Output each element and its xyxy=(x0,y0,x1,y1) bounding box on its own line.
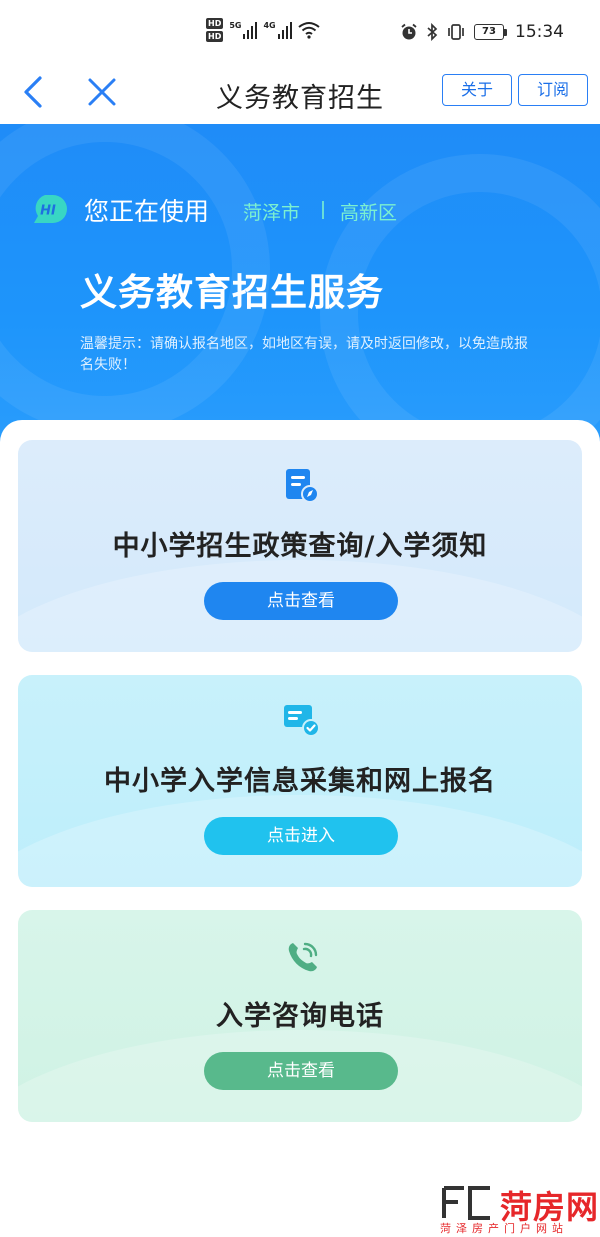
back-icon[interactable] xyxy=(20,74,48,110)
nav-bar: 义务教育招生 关于 订阅 xyxy=(0,64,600,124)
site-watermark: 菏房网 菏泽房产门户网站 xyxy=(436,1180,600,1237)
policy-card-title: 中小学招生政策查询/入学须知 xyxy=(112,531,488,562)
consult-card[interactable]: 入学咨询电话 点击查看 xyxy=(18,910,582,1122)
network-type-2: 4G xyxy=(263,21,276,30)
registration-card[interactable]: 中小学入学信息采集和网上报名 点击进入 xyxy=(18,675,582,887)
policy-view-button[interactable]: 点击查看 xyxy=(204,582,398,620)
using-label: 您正在使用 xyxy=(84,197,210,226)
battery-level: 73 xyxy=(474,24,504,40)
hd-badge-2: HD xyxy=(206,31,224,42)
registration-enter-button[interactable]: 点击进入 xyxy=(204,817,398,855)
alarm-icon xyxy=(401,23,417,40)
network-type-1: 5G xyxy=(229,21,242,30)
hi-badge-icon: HI xyxy=(34,195,67,223)
phone-icon xyxy=(288,942,318,972)
hi-badge-text: HI xyxy=(40,204,56,219)
wifi-icon xyxy=(298,22,320,39)
device-status: 73 15:34 xyxy=(400,22,564,42)
hd-badge-1: HD xyxy=(206,18,224,29)
consult-view-button[interactable]: 点击查看 xyxy=(204,1052,398,1090)
status-bar: HD HD 5G 4G 73 15:34 xyxy=(0,0,600,64)
location-divider xyxy=(322,201,324,219)
vibrate-icon xyxy=(448,24,464,40)
consult-card-title: 入学咨询电话 xyxy=(216,1001,384,1032)
document-compass-icon xyxy=(286,469,319,503)
signal-icon-2: 4G xyxy=(263,21,292,39)
hd-indicators: HD HD xyxy=(206,18,224,42)
subscribe-button[interactable]: 订阅 xyxy=(518,74,588,106)
battery-icon: 73 xyxy=(474,24,507,40)
service-title: 义务教育招生服务 xyxy=(80,271,384,314)
policy-card[interactable]: 中小学招生政策查询/入学须知 点击查看 xyxy=(18,440,582,652)
signal-icon: 5G xyxy=(229,21,258,39)
fc-logo-icon xyxy=(442,1186,490,1220)
city-selector[interactable]: 菏泽市 xyxy=(243,198,300,225)
close-icon[interactable] xyxy=(86,76,118,108)
hero-banner: HI 您正在使用 菏泽市 高新区 义务教育招生服务 温馨提示：请确认报名地区，如… xyxy=(0,124,600,454)
clock: 15:34 xyxy=(515,22,564,42)
register-check-icon xyxy=(284,705,320,737)
watermark-subtitle: 菏泽房产门户网站 xyxy=(440,1222,568,1235)
registration-card-title: 中小学入学信息采集和网上报名 xyxy=(104,766,496,797)
reminder-text: 温馨提示：请确认报名地区，如地区有误，请及时返回修改，以免造成报名失败！ xyxy=(80,336,528,373)
bluetooth-icon xyxy=(427,23,438,41)
network-status: HD HD 5G 4G xyxy=(206,18,320,42)
district-selector[interactable]: 高新区 xyxy=(340,198,397,225)
about-button[interactable]: 关于 xyxy=(442,74,512,106)
